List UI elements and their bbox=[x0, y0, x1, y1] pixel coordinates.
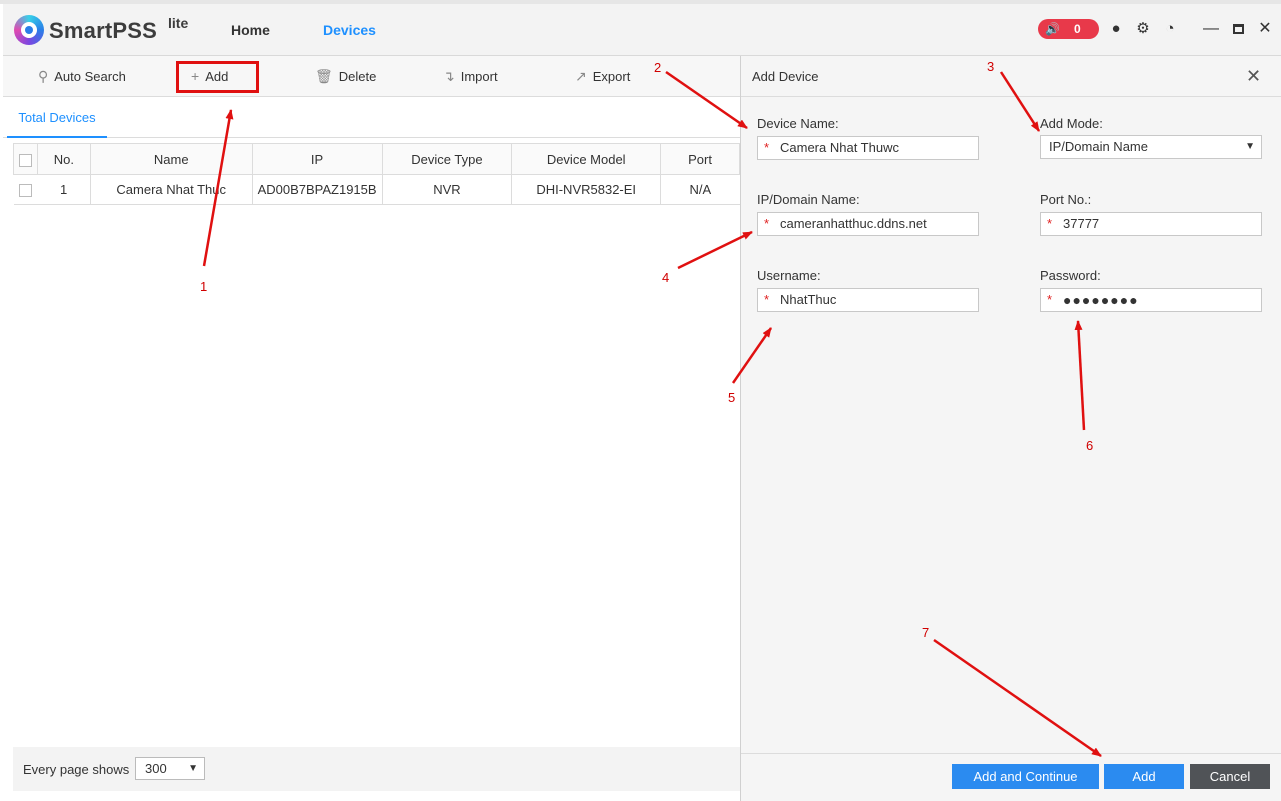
device-name-label: Device Name: bbox=[757, 116, 839, 131]
header-no[interactable]: No. bbox=[36, 143, 91, 175]
import-icon: ↴ bbox=[443, 68, 455, 84]
nav-devices[interactable]: Devices bbox=[323, 22, 376, 38]
port-input[interactable]: * 37777 bbox=[1040, 212, 1262, 236]
close-window-icon[interactable]: ✕ bbox=[1256, 20, 1274, 38]
delete-button[interactable]: 🗑 Delete bbox=[315, 68, 376, 85]
password-input[interactable]: * ●●●●●●●● bbox=[1040, 288, 1262, 312]
add-and-continue-button[interactable]: Add and Continue bbox=[952, 764, 1099, 789]
dialog-header: Add Device ✕ bbox=[741, 56, 1281, 97]
add-confirm-button[interactable]: Add bbox=[1104, 764, 1184, 789]
gear-icon[interactable]: ⚙ bbox=[1134, 20, 1152, 38]
step-label-1: 1 bbox=[200, 279, 208, 294]
auto-search-button[interactable]: ⚲ Auto Search bbox=[38, 68, 126, 85]
step-label-3: 3 bbox=[987, 59, 995, 74]
port-value: 37777 bbox=[1063, 216, 1100, 231]
ip-domain-label: IP/Domain Name: bbox=[757, 192, 860, 207]
header-device-model[interactable]: Device Model bbox=[511, 143, 662, 175]
device-toolbar: ⚲ Auto Search + Add 🗑 Delete ↴ Import ↗ … bbox=[3, 56, 741, 97]
tab-total-devices[interactable]: Total Devices bbox=[7, 98, 107, 138]
add-mode-label: Add Mode: bbox=[1040, 116, 1103, 131]
cell-port: N/A bbox=[660, 174, 740, 205]
import-label: Import bbox=[460, 69, 498, 84]
minimize-icon[interactable]: — bbox=[1202, 20, 1220, 38]
header-name[interactable]: Name bbox=[89, 143, 253, 175]
select-all-checkbox[interactable] bbox=[18, 153, 32, 167]
device-name-value: Camera Nhat Thuwc bbox=[780, 140, 899, 155]
username-label: Username: bbox=[757, 268, 821, 283]
port-label: Port No.: bbox=[1040, 192, 1092, 207]
app-logo-icon bbox=[14, 15, 44, 45]
device-table: No. Name IP Device Type Device Model Por… bbox=[13, 143, 740, 205]
cell-device-model: DHI-NVR5832-EI bbox=[511, 174, 661, 205]
caret-down-icon: ▼ bbox=[1245, 141, 1255, 152]
add-device-dialog: Add Device ✕ Device Name: * Camera Nhat … bbox=[740, 56, 1281, 801]
row-select-cell bbox=[13, 174, 38, 205]
required-mark: * bbox=[1047, 292, 1053, 307]
alarm-count: 0 bbox=[1074, 22, 1081, 36]
page-size-select[interactable]: 300 ▼ bbox=[135, 757, 205, 780]
cancel-button[interactable]: Cancel bbox=[1190, 764, 1270, 789]
app-name: SmartPSS bbox=[49, 18, 157, 43]
auto-search-label: Auto Search bbox=[54, 69, 126, 84]
ip-domain-value: cameranhatthuc.ddns.net bbox=[780, 216, 927, 231]
add-button-highlight bbox=[176, 61, 259, 93]
password-value: ●●●●●●●● bbox=[1063, 292, 1139, 308]
export-button[interactable]: ↗ Export bbox=[575, 68, 630, 85]
alarm-badge[interactable]: 🔊 0 bbox=[1038, 19, 1099, 39]
required-mark: * bbox=[764, 292, 770, 307]
dialog-footer: Add and Continue Add Cancel bbox=[741, 753, 1281, 801]
required-mark: * bbox=[764, 216, 770, 231]
table-row[interactable]: 1 Camera Nhat Thuc AD00B7BPAZ1915B NVR D… bbox=[13, 174, 740, 205]
user-icon[interactable]: ● bbox=[1107, 20, 1125, 38]
pager-label: Every page shows bbox=[23, 762, 130, 777]
step-label-2: 2 bbox=[654, 60, 662, 75]
required-mark: * bbox=[1047, 216, 1053, 231]
app-edition: lite bbox=[168, 15, 189, 31]
delete-label: Delete bbox=[338, 69, 377, 84]
row-checkbox[interactable] bbox=[18, 184, 32, 198]
cell-device-type: NVR bbox=[381, 174, 512, 205]
add-mode-value: IP/Domain Name bbox=[1049, 139, 1148, 154]
cell-ip: AD00B7BPAZ1915B bbox=[251, 174, 383, 205]
export-icon: ↗ bbox=[575, 68, 587, 84]
gauge-icon[interactable]: ◔ bbox=[1161, 20, 1179, 38]
cell-name: Camera Nhat Thuc bbox=[89, 174, 253, 205]
required-mark: * bbox=[764, 140, 770, 155]
speaker-icon: 🔊 bbox=[1045, 22, 1060, 36]
cell-no: 1 bbox=[37, 174, 91, 205]
dialog-title: Add Device bbox=[752, 69, 819, 84]
import-button[interactable]: ↴ Import bbox=[443, 68, 498, 85]
close-icon[interactable]: ✕ bbox=[1246, 66, 1261, 87]
step-label-7: 7 bbox=[922, 625, 930, 640]
device-name-input[interactable]: * Camera Nhat Thuwc bbox=[757, 136, 979, 160]
header-ip[interactable]: IP bbox=[251, 143, 383, 175]
search-icon: ⚲ bbox=[38, 68, 49, 84]
export-label: Export bbox=[592, 69, 631, 84]
step-label-4: 4 bbox=[662, 270, 670, 285]
maximize-icon[interactable] bbox=[1229, 20, 1247, 38]
page-size-value: 300 bbox=[145, 761, 167, 776]
pager: Every page shows 300 ▼ bbox=[13, 747, 740, 791]
add-mode-select[interactable]: IP/Domain Name ▼ bbox=[1040, 135, 1262, 159]
select-all-cell bbox=[13, 143, 38, 175]
table-header-row: No. Name IP Device Type Device Model Por… bbox=[13, 143, 740, 175]
caret-down-icon: ▼ bbox=[188, 763, 198, 774]
username-input[interactable]: * NhatThuc bbox=[757, 288, 979, 312]
ip-domain-input[interactable]: * cameranhatthuc.ddns.net bbox=[757, 212, 979, 236]
username-value: NhatThuc bbox=[780, 292, 837, 307]
header-port[interactable]: Port bbox=[660, 143, 740, 175]
trash-icon: 🗑 bbox=[315, 68, 333, 84]
step-label-6: 6 bbox=[1086, 438, 1094, 453]
password-label: Password: bbox=[1040, 268, 1101, 283]
tabs-bar: Total Devices bbox=[3, 98, 741, 138]
header-device-type[interactable]: Device Type bbox=[381, 143, 513, 175]
smartpss-window: SmartPSS lite Home Devices 🔊 0 ● ⚙ ◔ — ✕… bbox=[0, 0, 1281, 801]
step-label-5: 5 bbox=[728, 390, 736, 405]
title-bar: SmartPSS lite Home Devices 🔊 0 ● ⚙ ◔ — ✕ bbox=[3, 4, 1281, 56]
nav-home[interactable]: Home bbox=[231, 22, 270, 38]
